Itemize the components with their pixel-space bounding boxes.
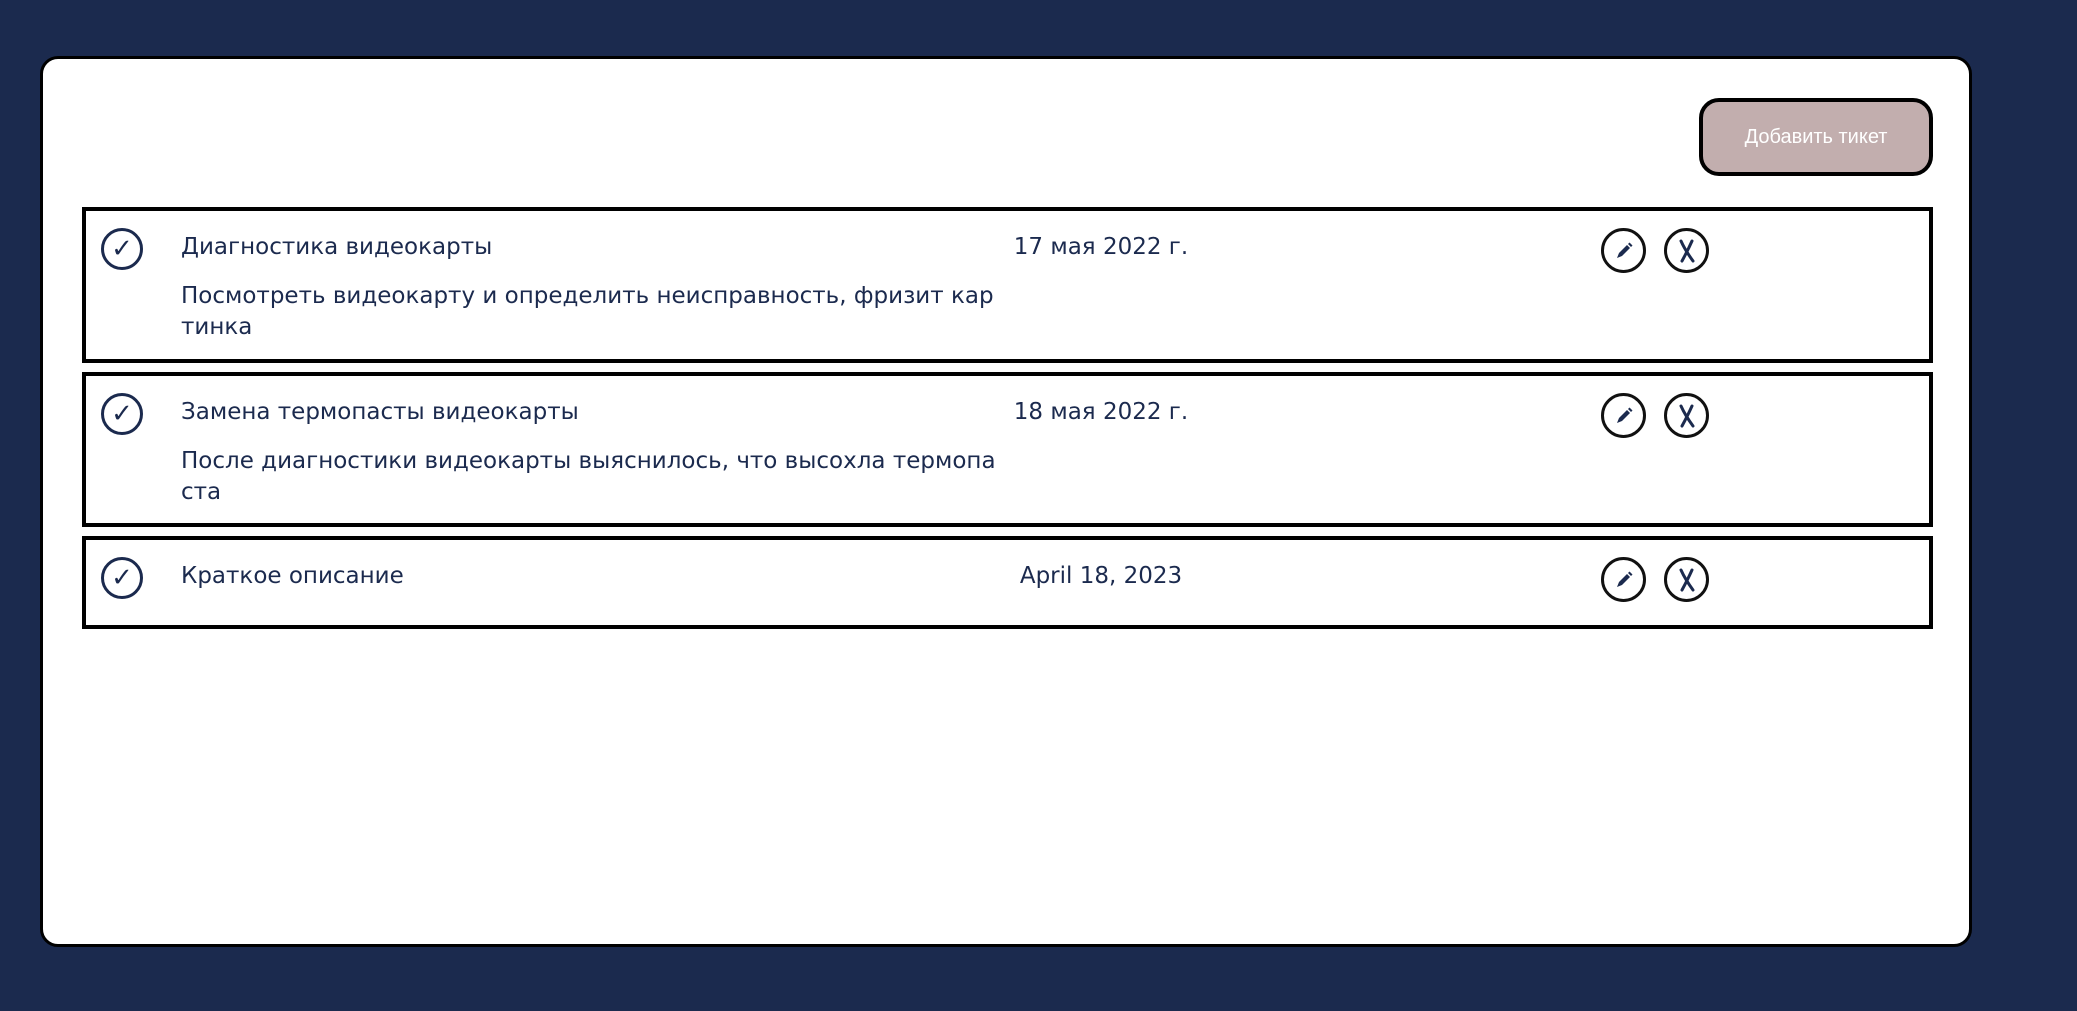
delete-button[interactable] [1664,228,1709,273]
pencil-icon [1616,571,1632,587]
pencil-icon [1616,242,1632,258]
add-ticket-button[interactable]: Добавить тикет [1699,98,1933,176]
x-mark-icon [1679,568,1694,591]
checkmark-icon[interactable]: ✓ [101,557,143,599]
ticket-date: 18 мая 2022 г. [1013,399,1189,425]
ticket-title: Диагностика видеокарты [181,234,493,260]
ticket-date: April 18, 2023 [1019,563,1183,589]
delete-button[interactable] [1664,557,1709,602]
edit-button[interactable] [1601,393,1646,438]
delete-button[interactable] [1664,393,1709,438]
checkmark-icon[interactable]: ✓ [101,393,143,435]
ticket-description: После диагностики видеокарты выяснилось,… [181,448,996,505]
ticket-row: ✓ Диагностика видеокарты Посмотреть виде… [82,207,1933,363]
x-mark-icon [1679,404,1694,427]
ticket-title: Замена термопасты видеокарты [181,399,579,425]
checkmark-icon[interactable]: ✓ [101,228,143,270]
edit-button[interactable] [1601,557,1646,602]
ticket-date: 17 мая 2022 г. [1013,234,1189,260]
x-mark-icon [1679,239,1694,262]
ticket-description: Посмотреть видеокарту и определить неисп… [181,283,994,340]
ticket-row: ✓ Краткое описание April 18, 2023 [82,536,1933,629]
ticket-row: ✓ Замена термопасты видеокарты После диа… [82,372,1933,527]
ticket-title: Краткое описание [181,563,404,589]
edit-button[interactable] [1601,228,1646,273]
pencil-icon [1616,407,1632,423]
